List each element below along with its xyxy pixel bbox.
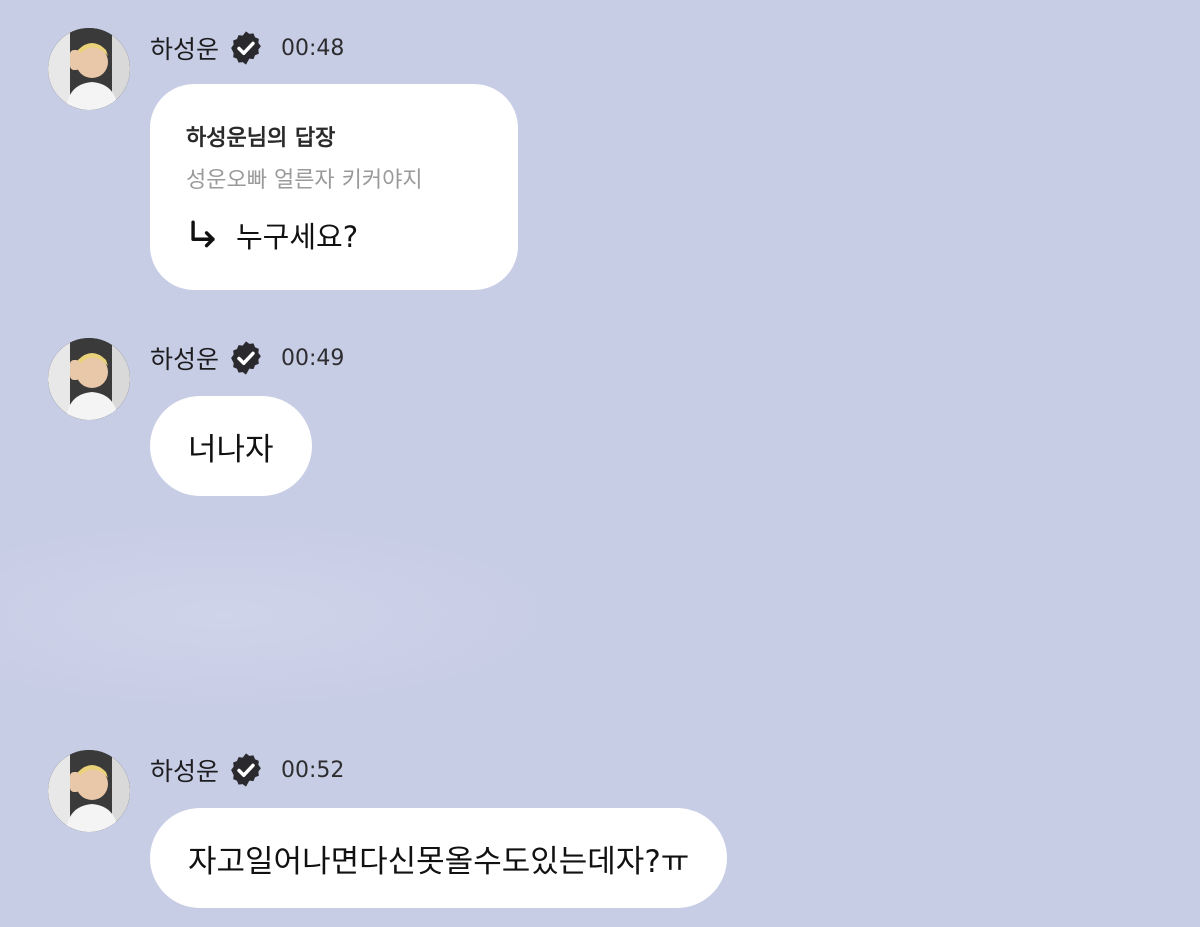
reply-message-bubble[interactable]: 하성운님의 답장 성운오빠 얼른자 키커야지 누구세요?	[150, 84, 518, 290]
sender-name[interactable]: 하성운	[150, 340, 219, 376]
reply-title: 하성운님의 답장	[186, 126, 336, 151]
avatar[interactable]	[48, 750, 130, 832]
reply-arrow-icon	[191, 220, 215, 248]
verified-badge-icon	[231, 753, 261, 787]
reply-answer: 누구세요?	[186, 214, 482, 256]
message-time: 00:52	[281, 757, 345, 783]
sender-name[interactable]: 하성운	[150, 30, 219, 66]
message-time: 00:48	[281, 35, 345, 61]
avatar[interactable]	[48, 28, 130, 110]
message-time: 00:49	[281, 345, 345, 371]
quoted-message: 성운오빠 얼른자 키커야지	[186, 168, 423, 193]
message-header: 하성운 00:48	[150, 30, 344, 66]
sender-name[interactable]: 하성운	[150, 752, 219, 788]
message-bubble[interactable]: 자고일어나면다신못올수도있는데자?ㅠ	[150, 808, 728, 908]
avatar[interactable]	[48, 338, 130, 420]
chat-view: 하성운 00:48 하성운님의 답장 성운오빠 얼른자 키커야지 누구세요? 하…	[0, 0, 1200, 927]
message-header: 하성운 00:52	[150, 752, 344, 788]
background-blur	[0, 520, 560, 710]
verified-badge-icon	[231, 31, 261, 65]
message-bubble[interactable]: 너나자	[150, 396, 312, 496]
verified-badge-icon	[231, 341, 261, 375]
reply-answer-text: 누구세요?	[236, 220, 359, 254]
message-header: 하성운 00:49	[150, 340, 344, 376]
